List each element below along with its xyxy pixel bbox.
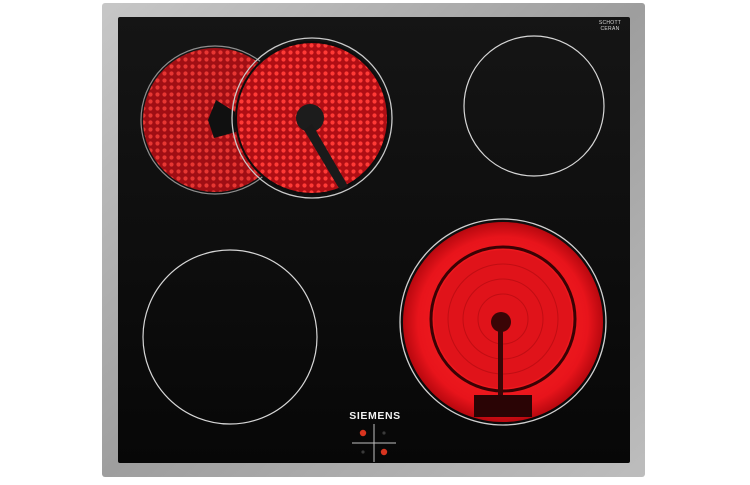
glass-brand-line2: CERAN	[600, 26, 620, 32]
glass-brand-logo: SCHOTT CERAN	[595, 20, 625, 32]
indicator-light-front-left	[361, 450, 365, 454]
indicator-light-rear-right	[382, 431, 386, 435]
brand-logo: SIEMENS	[349, 410, 401, 422]
indicator-light-rear-left	[359, 429, 367, 437]
front-right-sensor-arm	[498, 328, 503, 396]
cooktop-svg	[102, 3, 645, 477]
product-photo: SIEMENS SCHOTT CERAN	[0, 0, 750, 480]
indicator-light-front-right	[380, 448, 388, 456]
front-right-connector	[474, 395, 532, 417]
